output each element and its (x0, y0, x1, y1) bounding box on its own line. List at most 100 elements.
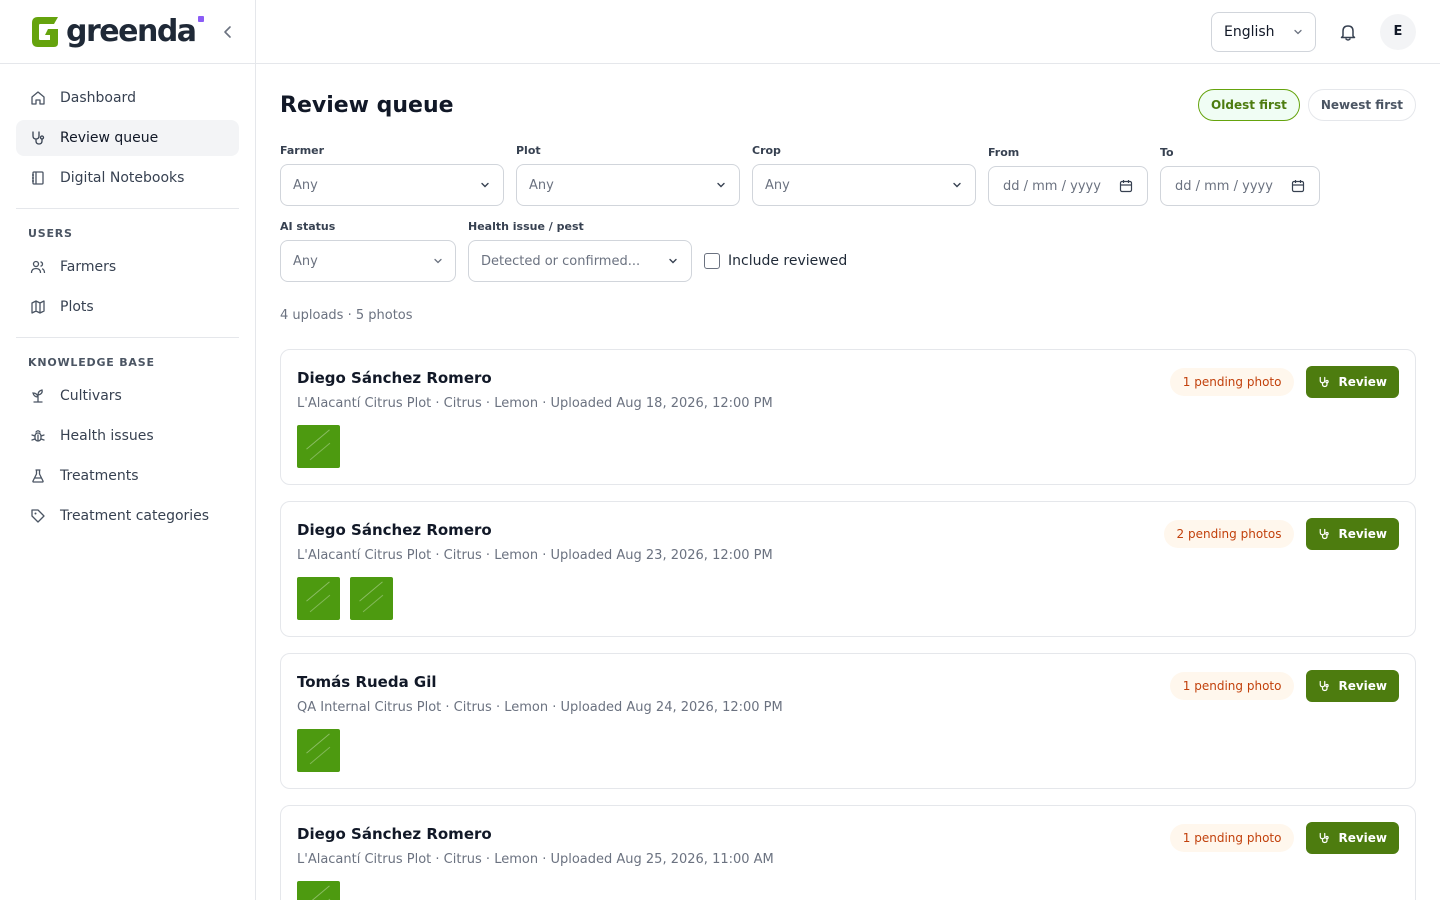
filters-row-1: Farmer Any Plot Any Crop Any From dd / m… (280, 144, 1416, 206)
pending-photos-badge: 1 pending photo (1169, 824, 1295, 852)
upload-meta: L'Alacantí Citrus Plot · Citrus · Lemon … (297, 852, 774, 867)
include-reviewed-toggle[interactable]: Include reviewed (704, 240, 847, 282)
upload-card: Diego Sánchez Romero L'Alacantí Citrus Pl… (280, 805, 1416, 900)
crop-filter: Crop Any (752, 144, 976, 206)
language-select[interactable]: English (1211, 11, 1316, 52)
crop-select[interactable]: Any (752, 164, 976, 206)
main: English E Review queue Oldest first Newe… (256, 0, 1440, 900)
sidebar-item-label: Review queue (60, 130, 159, 146)
chevron-down-icon (717, 182, 725, 188)
review-button[interactable]: Review (1306, 822, 1399, 854)
review-button-label: Review (1338, 527, 1387, 541)
farmer-filter: Farmer Any (280, 144, 504, 206)
ai-status-filter: AI status Any (280, 220, 456, 282)
to-date-filter: To dd / mm / yyyy (1160, 146, 1320, 206)
sidebar: greenda Dashboard Review queue Digital N… (0, 0, 256, 900)
sidebar-nav: Dashboard Review queue Digital Notebooks… (0, 64, 255, 534)
review-button-label: Review (1338, 679, 1387, 693)
sort-toggle: Oldest first Newest first (1198, 89, 1416, 121)
sidebar-item-review-queue[interactable]: Review queue (16, 120, 239, 156)
photo-thumbnails (297, 729, 1399, 772)
review-button[interactable]: Review (1306, 518, 1399, 550)
sidebar-item-label: Farmers (60, 259, 117, 275)
sort-newest-first-button[interactable]: Newest first (1307, 89, 1416, 121)
card-actions: 1 pending photo Review (1169, 366, 1399, 398)
stethoscope-icon (1320, 376, 1330, 388)
sort-oldest-first-button[interactable]: Oldest first (1198, 89, 1300, 121)
photo-thumbnails (297, 577, 1399, 620)
include-reviewed-label: Include reviewed (728, 253, 848, 269)
divider (16, 337, 239, 338)
collapse-sidebar-button[interactable] (218, 22, 238, 42)
plot-filter: Plot Any (516, 144, 740, 206)
photo-thumbnail[interactable] (297, 729, 340, 772)
photo-thumbnail[interactable] (297, 425, 340, 468)
plot-filter-label: Plot (516, 144, 541, 157)
photo-thumbnails (297, 425, 1399, 468)
sidebar-item-dashboard[interactable]: Dashboard (16, 80, 239, 116)
chevron-down-icon (481, 182, 489, 188)
upload-meta: QA Internal Citrus Plot · Citrus · Lemon… (297, 700, 783, 715)
upload-meta: L'Alacantí Citrus Plot · Citrus · Lemon … (297, 548, 773, 563)
pending-photos-badge: 1 pending photo (1169, 368, 1295, 396)
plot-select-value: Any (529, 177, 554, 193)
farmer-filter-label: Farmer (280, 144, 325, 157)
section-title-users: USERS (28, 226, 73, 240)
filters-row-2: AI status Any Health issue / pest Detect… (280, 220, 1416, 282)
card-actions: 1 pending photo Review (1169, 670, 1399, 702)
stethoscope-icon (1320, 528, 1330, 540)
include-reviewed-checkbox[interactable] (704, 253, 720, 269)
sidebar-item-farmers[interactable]: Farmers (16, 249, 239, 285)
chevron-down-icon (953, 182, 961, 188)
sidebar-item-treatment-categories[interactable]: Treatment categories (16, 498, 239, 534)
upload-card: Diego Sánchez Romero L'Alacantí Citrus Pl… (280, 501, 1416, 637)
sidebar-item-label: Digital Notebooks (60, 170, 185, 186)
from-date-placeholder: dd / mm / yyyy (1003, 178, 1101, 194)
review-button[interactable]: Review (1306, 670, 1399, 702)
topbar: English E (256, 0, 1440, 64)
sidebar-item-health-issues[interactable]: Health issues (16, 418, 239, 454)
sidebar-item-label: Cultivars (60, 388, 122, 404)
to-date-label: To (1160, 146, 1174, 159)
health-issue-select[interactable]: Detected or confirmed... (468, 240, 692, 282)
sidebar-item-digital-notebooks[interactable]: Digital Notebooks (16, 160, 239, 196)
photo-thumbnail[interactable] (297, 577, 340, 620)
pending-photos-badge: 2 pending photos (1163, 520, 1295, 548)
bug-icon (28, 426, 48, 446)
notifications-button[interactable] (1336, 20, 1360, 44)
card-actions: 2 pending photos Review (1163, 518, 1399, 550)
stethoscope-icon (1320, 832, 1330, 844)
pending-photos-badge: 1 pending photo (1169, 672, 1295, 700)
chevron-down-icon (1294, 29, 1302, 34)
card-actions: 1 pending photo Review (1169, 822, 1399, 854)
health-issue-label: Health issue / pest (468, 220, 584, 233)
brand-accent-dot (198, 16, 204, 22)
avatar[interactable]: E (1380, 13, 1416, 50)
flask-icon (28, 466, 48, 486)
farmer-select[interactable]: Any (280, 164, 504, 206)
from-date-input[interactable]: dd / mm / yyyy (988, 166, 1148, 206)
sidebar-item-treatments[interactable]: Treatments (16, 458, 239, 494)
divider (16, 208, 239, 209)
tag-icon (28, 506, 48, 526)
plot-select[interactable]: Any (516, 164, 740, 206)
health-issue-filter: Health issue / pest Detected or confirme… (468, 220, 692, 282)
crop-select-value: Any (765, 177, 790, 193)
photo-thumbnail[interactable] (350, 577, 393, 620)
to-date-input[interactable]: dd / mm / yyyy (1160, 166, 1320, 206)
title-row: Review queue Oldest first Newest first (280, 88, 1416, 122)
photo-thumbnail[interactable] (297, 881, 340, 900)
ai-status-select[interactable]: Any (280, 240, 456, 282)
sidebar-item-cultivars[interactable]: Cultivars (16, 378, 239, 414)
to-date-placeholder: dd / mm / yyyy (1175, 178, 1273, 194)
section-title-knowledge-base: KNOWLEDGE BASE (28, 355, 155, 369)
notebook-icon (28, 168, 48, 188)
sidebar-item-plots[interactable]: Plots (16, 289, 239, 325)
stethoscope-icon (28, 128, 48, 148)
review-button-label: Review (1338, 831, 1387, 845)
sidebar-item-label: Plots (60, 299, 94, 315)
language-value: English (1224, 23, 1275, 40)
from-date-filter: From dd / mm / yyyy (988, 146, 1148, 206)
sidebar-item-label: Health issues (60, 428, 154, 444)
review-button[interactable]: Review (1306, 366, 1399, 398)
